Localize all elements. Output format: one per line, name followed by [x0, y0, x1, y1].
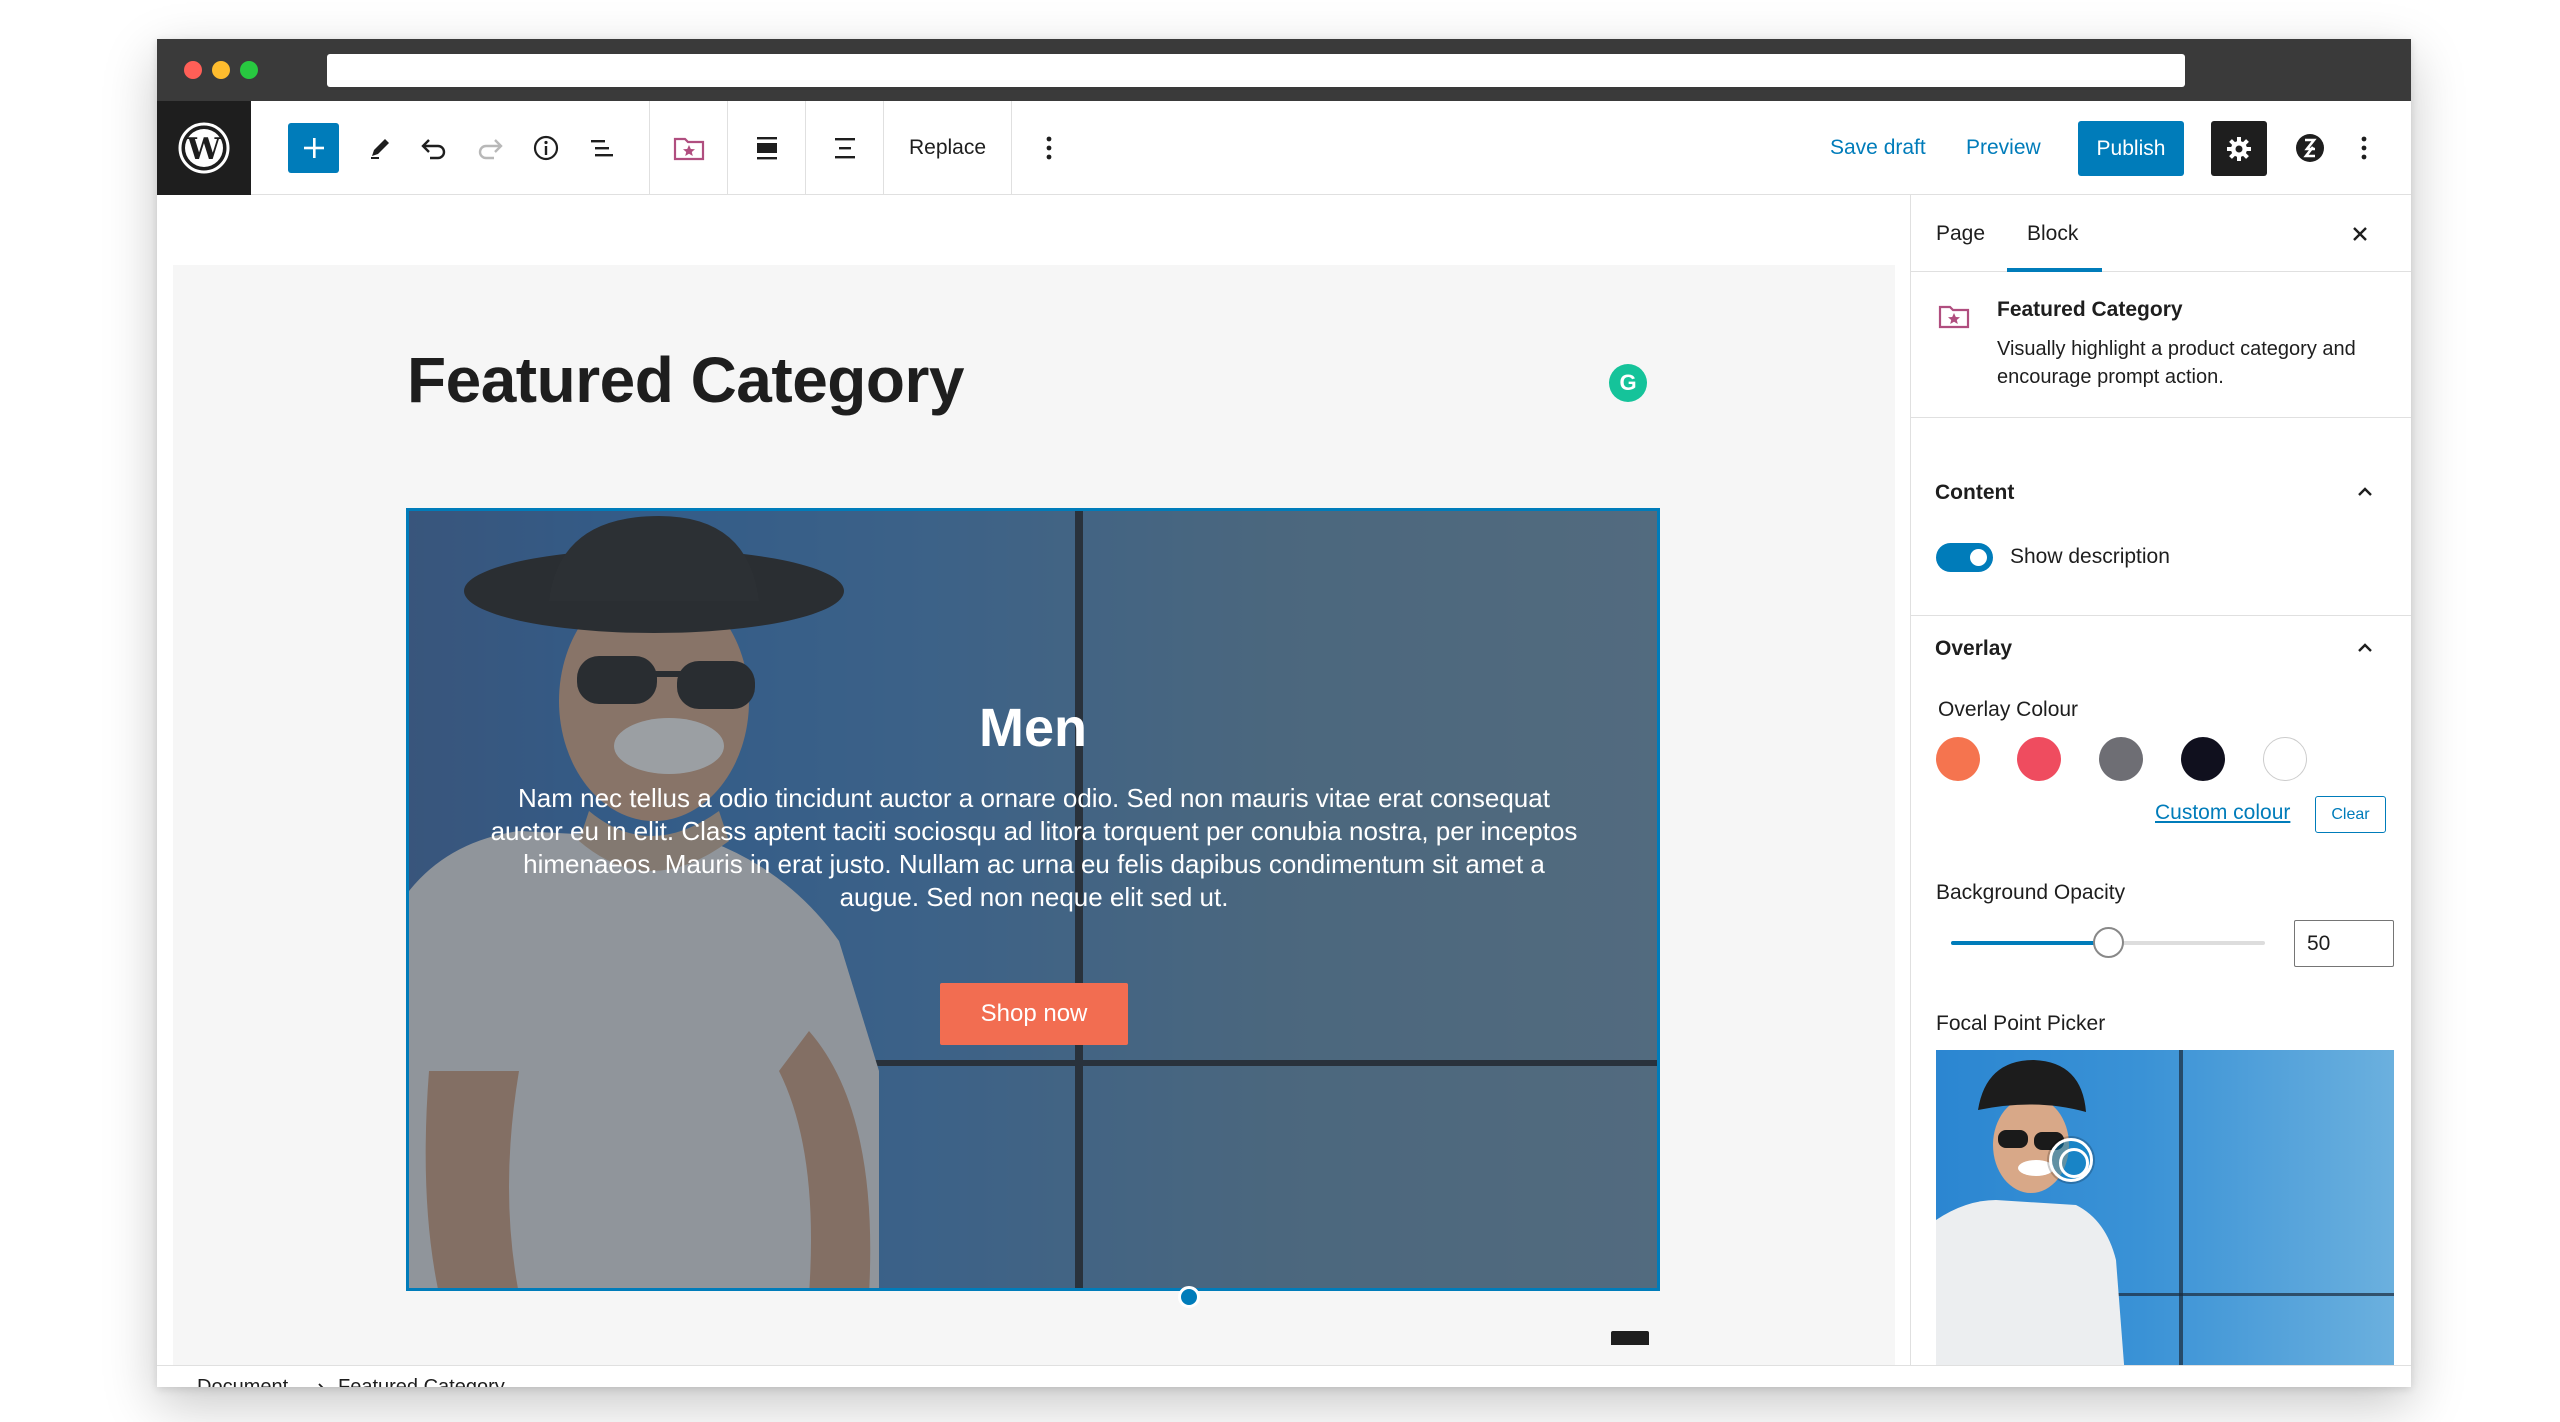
block-inserter-tab[interactable] — [1611, 1331, 1649, 1345]
block-card-description: Visually highlight a product category an… — [1997, 338, 2356, 388]
panel-divider — [1911, 615, 2411, 616]
focal-preview-photo — [1936, 1060, 2126, 1387]
block-card: Featured Category Visually highlight a p… — [1911, 272, 2411, 418]
editor-window: W Replace Save draft Preview Publish Fea… — [157, 39, 2411, 1387]
redo-icon — [478, 139, 503, 160]
edit-mode-button[interactable] — [357, 101, 403, 195]
block-card-title: Featured Category — [1997, 298, 2183, 321]
opacity-slider[interactable] — [1951, 927, 2265, 958]
focal-point-handle[interactable] — [2049, 1138, 2093, 1182]
replace-label: Replace — [908, 136, 987, 159]
content-panel-title[interactable]: Content — [1935, 481, 2014, 505]
breadcrumb: Document Featured Category — [157, 1365, 2411, 1387]
breadcrumb-featured-category[interactable]: Featured Category — [338, 1376, 505, 1387]
block-type-button[interactable] — [650, 101, 727, 195]
content-position-button[interactable] — [806, 101, 883, 195]
list-view-icon — [591, 140, 613, 157]
category-description[interactable]: Nam nec tellus a odio tincidunt auctor a… — [487, 782, 1581, 914]
vertical-ellipsis-icon — [1046, 136, 1052, 160]
wordpress-logo-icon[interactable]: W — [157, 101, 251, 195]
featured-content: Men Nam nec tellus a odio tincidunt auct… — [409, 511, 1657, 1288]
address-bar[interactable] — [327, 54, 2185, 87]
swatch-red[interactable] — [2017, 737, 2061, 781]
show-description-label: Show description — [2010, 545, 2170, 568]
align-wide-button[interactable] — [728, 101, 805, 195]
publish-button[interactable]: Publish — [2078, 121, 2184, 176]
wall-seam — [2179, 1050, 2183, 1387]
replace-button[interactable]: Replace — [884, 101, 1011, 195]
focal-point-label: Focal Point Picker — [1936, 1012, 2106, 1035]
sidebar-tabs: Page Block — [1911, 195, 2411, 272]
shop-now-button[interactable]: Shop now — [940, 983, 1128, 1045]
chevron-up-icon[interactable] — [2353, 636, 2377, 660]
tab-block[interactable]: Block — [2007, 195, 2103, 272]
info-icon — [533, 135, 559, 161]
folder-star-icon — [1938, 305, 1970, 329]
settings-sidebar: Page Block Featured Category Visually hi… — [1910, 195, 2411, 1387]
custom-colour-link[interactable]: Custom colour — [2155, 801, 2290, 825]
align-wide-icon — [756, 137, 777, 160]
vertical-ellipsis-icon — [2361, 136, 2367, 160]
close-icon — [2353, 227, 2367, 241]
jetpack-icon — [2296, 134, 2324, 162]
breadcrumb-document[interactable]: Document — [197, 1376, 288, 1387]
swatch-white[interactable] — [2263, 737, 2307, 781]
minimize-window-button[interactable] — [212, 61, 230, 79]
pencil-icon — [371, 139, 389, 159]
redo-button[interactable] — [467, 101, 513, 195]
list-view-button[interactable] — [579, 101, 625, 195]
opacity-number-input[interactable]: 50 — [2294, 920, 2394, 967]
featured-category-block[interactable]: Men Nam nec tellus a odio tincidunt auct… — [406, 508, 1660, 1291]
jetpack-button[interactable] — [2288, 101, 2332, 195]
tab-page[interactable]: Page — [1936, 195, 1985, 272]
browser-chrome — [157, 39, 2411, 101]
background-opacity-label: Background Opacity — [1936, 881, 2126, 904]
close-sidebar-button[interactable] — [2339, 213, 2381, 255]
save-draft-button[interactable]: Save draft — [1830, 101, 1926, 195]
editor-toolbar: W Replace Save draft Preview Publish — [157, 101, 2411, 195]
clear-colour-button[interactable]: Clear — [2315, 796, 2386, 833]
focal-point-picker[interactable] — [1936, 1050, 2394, 1387]
chevron-up-icon[interactable] — [2353, 480, 2377, 504]
svg-text:W: W — [186, 132, 222, 167]
overlay-colour-label: Overlay Colour — [1938, 698, 2079, 721]
preview-button[interactable]: Preview — [1966, 101, 2041, 195]
show-description-toggle[interactable] — [1936, 543, 1993, 572]
undo-icon — [421, 139, 446, 160]
page-title[interactable]: Featured Category — [407, 343, 964, 417]
category-title[interactable]: Men — [409, 697, 1657, 759]
swatch-black[interactable] — [2181, 737, 2225, 781]
swatch-orange[interactable] — [1936, 737, 1980, 781]
settings-button[interactable] — [2211, 121, 2267, 176]
options-button[interactable] — [2342, 101, 2386, 195]
undo-button[interactable] — [411, 101, 457, 195]
opacity-slider-thumb[interactable] — [2093, 927, 2124, 958]
details-button[interactable] — [523, 101, 569, 195]
maximize-window-button[interactable] — [240, 61, 258, 79]
close-window-button[interactable] — [184, 61, 202, 79]
editor-canvas: Featured Category G Men Nam nec tellus a… — [157, 195, 1910, 1387]
overlay-panel-title[interactable]: Overlay — [1935, 637, 2012, 661]
opacity-slider-fill — [1951, 941, 2108, 945]
add-block-button[interactable] — [288, 123, 339, 173]
grammarly-icon[interactable]: G — [1609, 364, 1647, 402]
swatch-grey[interactable] — [2099, 737, 2143, 781]
more-block-options-button[interactable] — [1012, 101, 1086, 195]
align-center-icon — [834, 138, 855, 159]
plus-icon — [303, 138, 324, 158]
arrow-right-icon — [318, 1383, 324, 1387]
folder-star-icon — [673, 137, 704, 161]
gear-icon — [2227, 136, 2251, 161]
resize-handle[interactable] — [1178, 1286, 1200, 1308]
